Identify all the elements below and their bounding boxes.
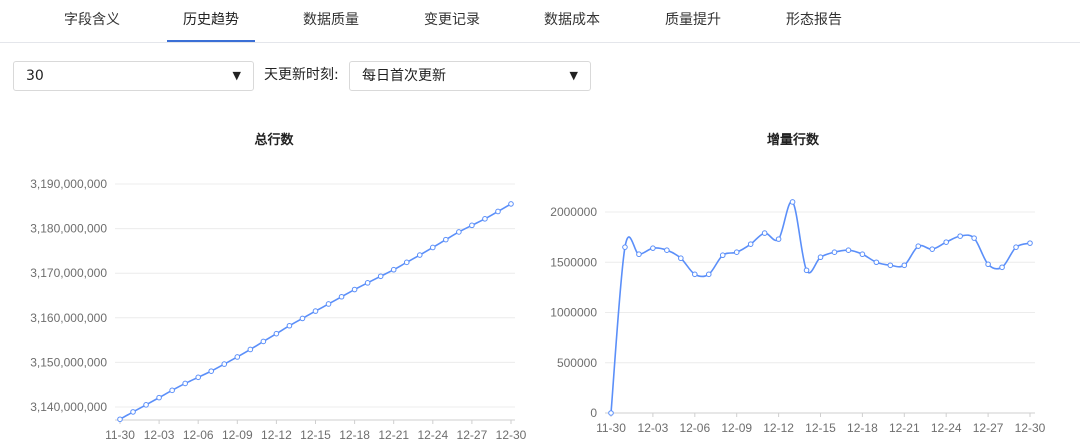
data-point [747, 241, 754, 247]
data-point [943, 239, 950, 245]
data-point [622, 244, 628, 250]
y-tick-label: 2000000 [550, 205, 597, 219]
data-point [482, 216, 488, 222]
x-tick-label: 12-15 [805, 421, 836, 435]
data-point [495, 208, 501, 215]
data-point [195, 374, 201, 381]
data-point [403, 259, 410, 266]
y-tick-label: 500000 [557, 356, 597, 370]
data-point [845, 247, 852, 253]
data-point [260, 338, 267, 345]
y-tick-label: 3,190,000,000 [30, 177, 107, 191]
data-point [443, 236, 449, 243]
data-point [273, 330, 280, 337]
data-point [971, 235, 977, 241]
data-point [859, 251, 866, 258]
data-point [803, 267, 810, 274]
x-tick-label: 12-21 [889, 421, 920, 435]
data-point [775, 236, 782, 242]
data-point [130, 409, 136, 415]
data-point [416, 252, 423, 258]
data-point [156, 394, 162, 401]
x-tick-label: 12-24 [931, 421, 962, 435]
data-point [182, 380, 188, 387]
data-point [733, 249, 740, 255]
data-point [887, 262, 894, 269]
y-tick-label: 3,160,000,000 [30, 311, 107, 325]
y-tick-label: 1000000 [550, 306, 597, 320]
x-tick-label: 12-03 [638, 421, 669, 435]
series-line [610, 201, 1031, 414]
x-tick-label: 12-27 [973, 421, 1004, 435]
data-point [312, 308, 319, 314]
data-point [377, 273, 384, 280]
data-point [456, 229, 462, 235]
x-tick-label: 12-21 [378, 428, 409, 442]
data-point [705, 271, 712, 278]
data-point [999, 264, 1005, 271]
data-point [247, 346, 254, 353]
data-point [364, 280, 371, 286]
data-point [325, 301, 332, 307]
x-tick-label: 11-30 [105, 428, 135, 442]
x-tick-label: 12-18 [847, 421, 878, 435]
data-point [929, 246, 936, 252]
x-tick-label: 12-30 [1015, 421, 1046, 435]
data-point [390, 266, 397, 273]
data-point [761, 230, 768, 236]
y-tick-label: 3,140,000,000 [30, 400, 107, 414]
data-point [508, 201, 514, 207]
x-tick-label: 12-12 [763, 421, 794, 435]
x-tick-label: 12-30 [496, 428, 527, 442]
x-tick-label: 12-06 [183, 428, 214, 442]
y-tick-label: 3,170,000,000 [30, 266, 107, 280]
data-point [1027, 240, 1033, 246]
data-point [873, 259, 880, 266]
data-point [234, 354, 241, 360]
data-point [985, 261, 991, 268]
data-point [915, 243, 922, 249]
x-tick-label: 12-09 [721, 421, 752, 435]
data-point [719, 252, 726, 259]
data-point [692, 271, 698, 278]
x-tick-label: 11-30 [596, 421, 626, 435]
data-point [338, 293, 345, 300]
data-point [817, 254, 824, 261]
data-point [664, 247, 670, 253]
data-point [299, 315, 306, 322]
data-point [636, 251, 642, 258]
y-tick-label: 3,180,000,000 [30, 222, 107, 236]
data-point [650, 245, 656, 251]
data-point [469, 222, 475, 229]
data-point [831, 249, 838, 255]
data-point [117, 416, 123, 423]
data-point [286, 322, 293, 329]
data-point [789, 199, 796, 205]
x-tick-label: 12-15 [300, 428, 331, 442]
y-tick-label: 0 [590, 406, 597, 420]
x-tick-label: 12-24 [417, 428, 448, 442]
x-tick-label: 12-03 [144, 428, 175, 442]
y-tick-label: 3,150,000,000 [30, 355, 107, 369]
data-point [169, 387, 175, 394]
data-point [430, 244, 436, 251]
data-point [608, 410, 614, 416]
charts-canvas: 3,140,000,000 3,150,000,000 3,160,000,000 3… [30, 177, 1046, 442]
data-point [143, 402, 149, 408]
data-point [901, 262, 908, 269]
data-point [351, 286, 358, 293]
data-point [1013, 244, 1019, 250]
y-tick-label: 1500000 [550, 255, 597, 269]
x-tick-label: 12-27 [457, 428, 488, 442]
data-point [957, 233, 963, 239]
x-tick-label: 12-09 [222, 428, 253, 442]
x-tick-label: 12-06 [679, 421, 710, 435]
data-point [221, 361, 228, 367]
x-tick-label: 12-18 [339, 428, 370, 442]
data-point [208, 368, 215, 374]
data-point [678, 255, 684, 262]
x-tick-label: 12-12 [261, 428, 292, 442]
